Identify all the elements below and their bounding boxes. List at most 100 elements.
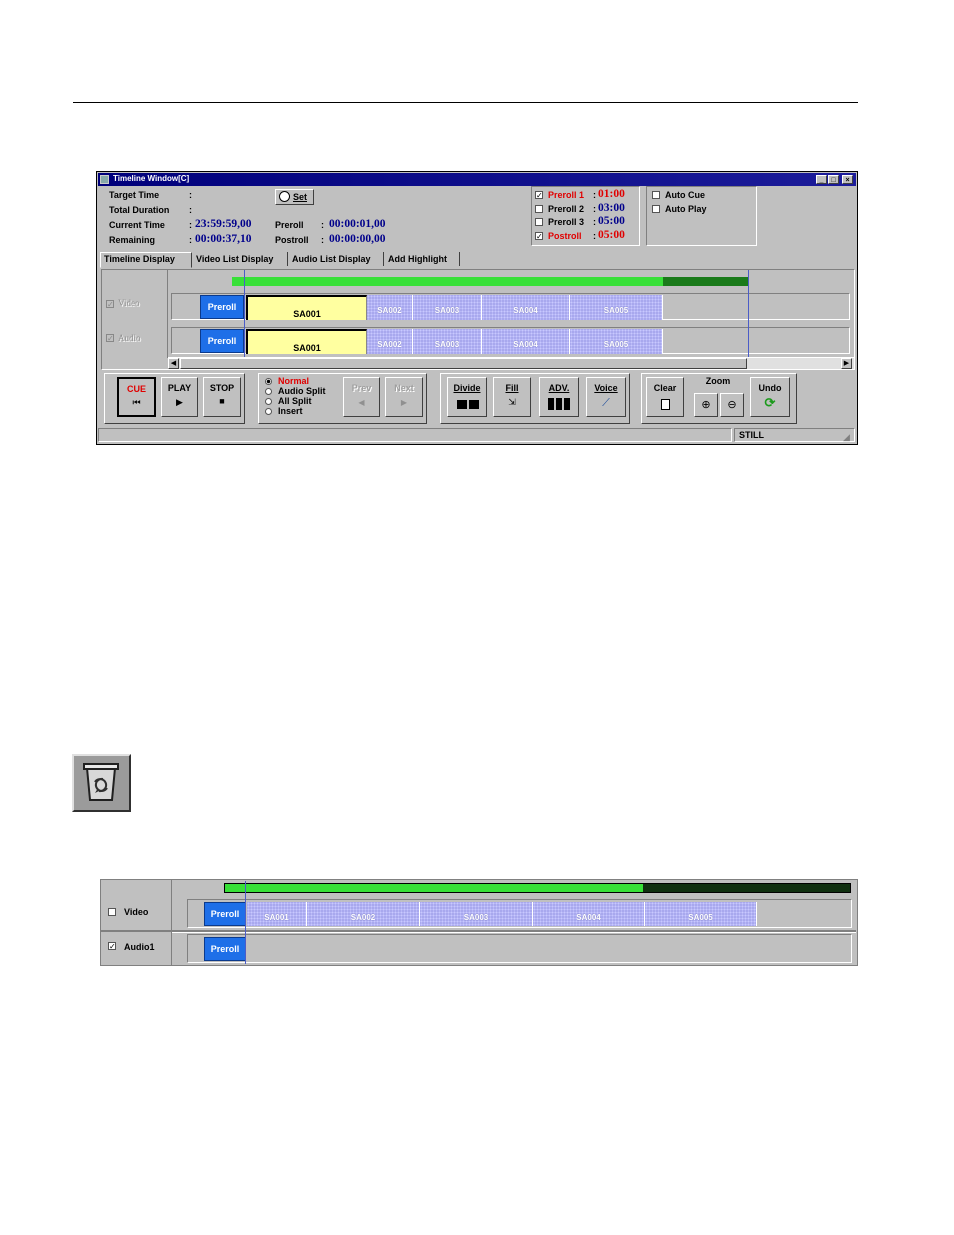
clip-label: SA004 bbox=[513, 306, 538, 315]
delete-button[interactable] bbox=[72, 754, 131, 812]
remaining-value: 00:00:37,10 bbox=[195, 233, 252, 245]
set-button[interactable]: Set bbox=[275, 189, 314, 205]
voice-button-label: Voice bbox=[594, 383, 618, 393]
colon: : bbox=[189, 190, 192, 200]
tab-audio-list-display[interactable]: Audio List Display bbox=[290, 252, 384, 266]
audio-preroll-clip[interactable]: Preroll bbox=[200, 329, 244, 353]
clip-label: SA004 bbox=[513, 340, 538, 349]
lower-audio-track[interactable] bbox=[187, 934, 852, 963]
mode-audio-split-radio[interactable] bbox=[265, 388, 272, 395]
prev-button-label: Prev bbox=[351, 383, 372, 393]
video-clip-sa002[interactable]: SA002 bbox=[367, 295, 413, 320]
stop-button-label: STOP bbox=[209, 383, 235, 393]
video-preroll-clip[interactable]: Preroll bbox=[200, 295, 244, 319]
play-button[interactable]: PLAY ▶ bbox=[161, 377, 198, 417]
lower-audio-label: Audio1 bbox=[124, 942, 155, 952]
preroll-1-value: 01:00 bbox=[598, 188, 625, 200]
next-button-label: Next bbox=[394, 383, 414, 393]
lower-clip-sa005[interactable]: SA005 bbox=[645, 902, 757, 926]
lower-video-checkbox[interactable] bbox=[108, 908, 116, 916]
lower-clip-sa002[interactable]: SA002 bbox=[307, 902, 420, 926]
preroll-3-checkbox[interactable] bbox=[535, 218, 543, 226]
lower-track-divider bbox=[172, 930, 856, 933]
auto-cue-checkbox[interactable] bbox=[652, 191, 660, 199]
video-track-checkbox[interactable]: ✓ bbox=[106, 300, 114, 309]
stop-button[interactable]: STOP ■ bbox=[203, 377, 241, 417]
preroll-3-value: 05:00 bbox=[598, 215, 625, 227]
mode-normal-radio[interactable] bbox=[265, 378, 272, 385]
audio-clip-sa003[interactable]: SA003 bbox=[413, 329, 482, 354]
prev-button[interactable]: Prev ◀ bbox=[343, 377, 380, 417]
preroll-1-checkbox[interactable]: ✓ bbox=[535, 191, 543, 200]
clip-label: SA005 bbox=[603, 306, 629, 315]
video-clip-sa005[interactable]: SA005 bbox=[570, 295, 663, 320]
target-time-label: Target Time bbox=[109, 190, 160, 200]
undo-button[interactable]: Undo ⟳ bbox=[750, 377, 790, 417]
zoom-in-button[interactable]: ⊕ bbox=[694, 393, 718, 417]
mode-all-split-radio[interactable] bbox=[265, 398, 272, 405]
next-button[interactable]: Next ▶ bbox=[385, 377, 423, 417]
audio-clip-sa001[interactable]: SA001 bbox=[246, 329, 367, 354]
resize-grip-icon[interactable]: ◢ bbox=[843, 432, 850, 443]
maximize-button[interactable]: □ bbox=[828, 175, 839, 184]
undo-icon: ⟳ bbox=[764, 395, 776, 410]
end-marker bbox=[748, 270, 749, 358]
audio-track-checkbox[interactable]: ✓ bbox=[106, 334, 114, 343]
clip-label: SA005 bbox=[603, 340, 629, 349]
clear-button[interactable]: Clear bbox=[646, 377, 684, 417]
close-button[interactable]: × bbox=[842, 175, 853, 184]
horizontal-scrollbar[interactable]: ◀ ▶ bbox=[168, 357, 854, 369]
title-bar[interactable]: Timeline Window[C] _ □ × bbox=[98, 173, 856, 186]
clip-label: SA001 bbox=[293, 309, 321, 319]
auto-play-checkbox[interactable] bbox=[652, 205, 660, 213]
scroll-left-arrow-icon[interactable]: ◀ bbox=[168, 358, 179, 369]
lower-clip-sa001[interactable]: SA001 bbox=[247, 902, 307, 926]
track-header-divider bbox=[167, 270, 168, 358]
remaining-label: Remaining bbox=[109, 235, 156, 245]
audio-clip-sa002[interactable]: SA002 bbox=[367, 329, 413, 354]
adv-button[interactable]: ADV. bbox=[539, 377, 579, 417]
lower-video-preroll-clip[interactable]: Preroll bbox=[204, 902, 246, 926]
voice-button[interactable]: Voice ⟋ bbox=[586, 377, 626, 417]
tab-add-highlight[interactable]: Add Highlight bbox=[386, 252, 460, 266]
tab-video-list-display[interactable]: Video List Display bbox=[194, 252, 288, 266]
lower-audio-checkbox[interactable]: ✓ bbox=[108, 942, 116, 951]
divide-icon bbox=[457, 400, 467, 409]
preroll-2-checkbox[interactable] bbox=[535, 205, 543, 213]
postroll-checkbox[interactable]: ✓ bbox=[535, 232, 543, 241]
clip-label: SA001 bbox=[293, 343, 321, 353]
video-clip-sa001[interactable]: SA001 bbox=[246, 295, 367, 320]
colon: : bbox=[189, 205, 192, 215]
divide-icon bbox=[469, 400, 479, 409]
cue-button[interactable]: CUE ⏮ bbox=[117, 377, 156, 417]
lower-audio-preroll-clip[interactable]: Preroll bbox=[204, 937, 246, 961]
video-clip-sa004[interactable]: SA004 bbox=[482, 295, 570, 320]
scroll-thumb[interactable] bbox=[180, 358, 747, 369]
auto-cue-label: Auto Cue bbox=[665, 190, 705, 200]
tab-timeline-display[interactable]: Timeline Display bbox=[100, 252, 192, 268]
clip-label: SA002 bbox=[377, 340, 402, 349]
prev-icon: ◀ bbox=[358, 398, 365, 407]
audio-clip-sa004[interactable]: SA004 bbox=[482, 329, 570, 354]
video-clip-sa003[interactable]: SA003 bbox=[413, 295, 482, 320]
audio-clip-sa005[interactable]: SA005 bbox=[570, 329, 663, 354]
mode-all-split-label: All Split bbox=[278, 396, 312, 406]
fill-icon: ⇲ bbox=[508, 397, 516, 407]
page-rule bbox=[73, 102, 858, 103]
new-document-icon bbox=[661, 399, 670, 410]
clock-icon bbox=[279, 191, 290, 202]
mode-normal-label: Normal bbox=[278, 376, 310, 386]
progress-bar bbox=[232, 277, 748, 286]
colon: : bbox=[593, 204, 596, 214]
mode-insert-radio[interactable] bbox=[265, 408, 272, 415]
fill-button[interactable]: Fill ⇲ bbox=[493, 377, 531, 417]
start-marker bbox=[244, 270, 245, 358]
minimize-button[interactable]: _ bbox=[816, 175, 827, 184]
zoom-out-icon: ⊖ bbox=[727, 399, 737, 411]
clip-label: SA003 bbox=[434, 306, 460, 315]
zoom-out-button[interactable]: ⊖ bbox=[720, 393, 744, 417]
scroll-right-arrow-icon[interactable]: ▶ bbox=[841, 358, 852, 369]
lower-clip-sa003[interactable]: SA003 bbox=[420, 902, 533, 926]
lower-clip-sa004[interactable]: SA004 bbox=[533, 902, 645, 926]
divide-button[interactable]: Divide bbox=[447, 377, 487, 417]
